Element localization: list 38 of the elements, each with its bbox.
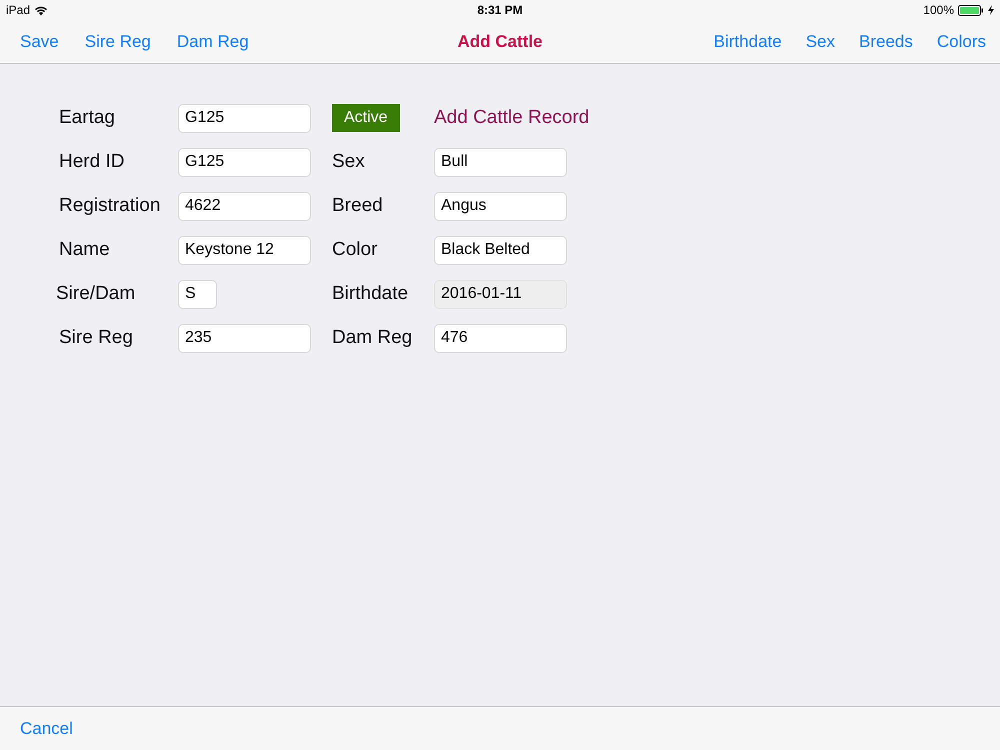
field-label: Sire/Dam bbox=[56, 283, 136, 305]
active-badge: Active bbox=[332, 104, 400, 132]
input-field[interactable]: 4622 bbox=[178, 192, 311, 220]
charging-icon bbox=[988, 5, 994, 15]
field-label: Eartag bbox=[59, 107, 116, 129]
field-label: Herd ID bbox=[59, 151, 126, 173]
wifi-icon bbox=[34, 4, 48, 16]
input-field[interactable]: Black Belted bbox=[434, 236, 567, 264]
input-field[interactable]: 235 bbox=[178, 324, 311, 352]
field-label: Sex bbox=[332, 151, 366, 173]
field-label: Birthdate bbox=[332, 283, 410, 305]
input-field[interactable]: Keystone 12 bbox=[178, 236, 311, 264]
input-field[interactable]: Angus bbox=[434, 192, 567, 220]
nav-button[interactable]: Dam Reg bbox=[176, 32, 249, 52]
field-label: Registration bbox=[59, 195, 162, 217]
field-label: Name bbox=[59, 239, 111, 261]
nav-button[interactable]: Sex bbox=[806, 32, 835, 52]
input-field[interactable]: S bbox=[178, 280, 217, 308]
nav-button[interactable]: Sire Reg bbox=[84, 32, 151, 52]
status-time: 8:31 PM bbox=[477, 3, 523, 17]
nav-title: Add Cattle bbox=[458, 32, 542, 52]
nav-button[interactable]: Birthdate bbox=[714, 32, 782, 52]
nav-button[interactable]: Breeds bbox=[859, 32, 913, 52]
input-field[interactable]: Bull bbox=[434, 148, 567, 176]
nav-button[interactable]: Save bbox=[20, 32, 59, 52]
battery-icon bbox=[958, 4, 984, 16]
field-label: Dam Reg bbox=[332, 327, 414, 349]
field-label: Color bbox=[332, 239, 378, 261]
input-field[interactable]: G125 bbox=[178, 148, 311, 176]
device-name: iPad bbox=[6, 3, 30, 17]
form-heading: Add Cattle Record bbox=[434, 107, 590, 129]
field-label: Breed bbox=[332, 195, 384, 217]
cancel-button[interactable]: Cancel bbox=[20, 718, 73, 738]
input-field[interactable]: G125 bbox=[178, 104, 311, 132]
field-label: Sire Reg bbox=[59, 327, 134, 349]
input-field[interactable]: 476 bbox=[434, 324, 567, 352]
battery-percent: 100% bbox=[923, 3, 954, 17]
nav-button[interactable]: Colors bbox=[936, 32, 986, 52]
